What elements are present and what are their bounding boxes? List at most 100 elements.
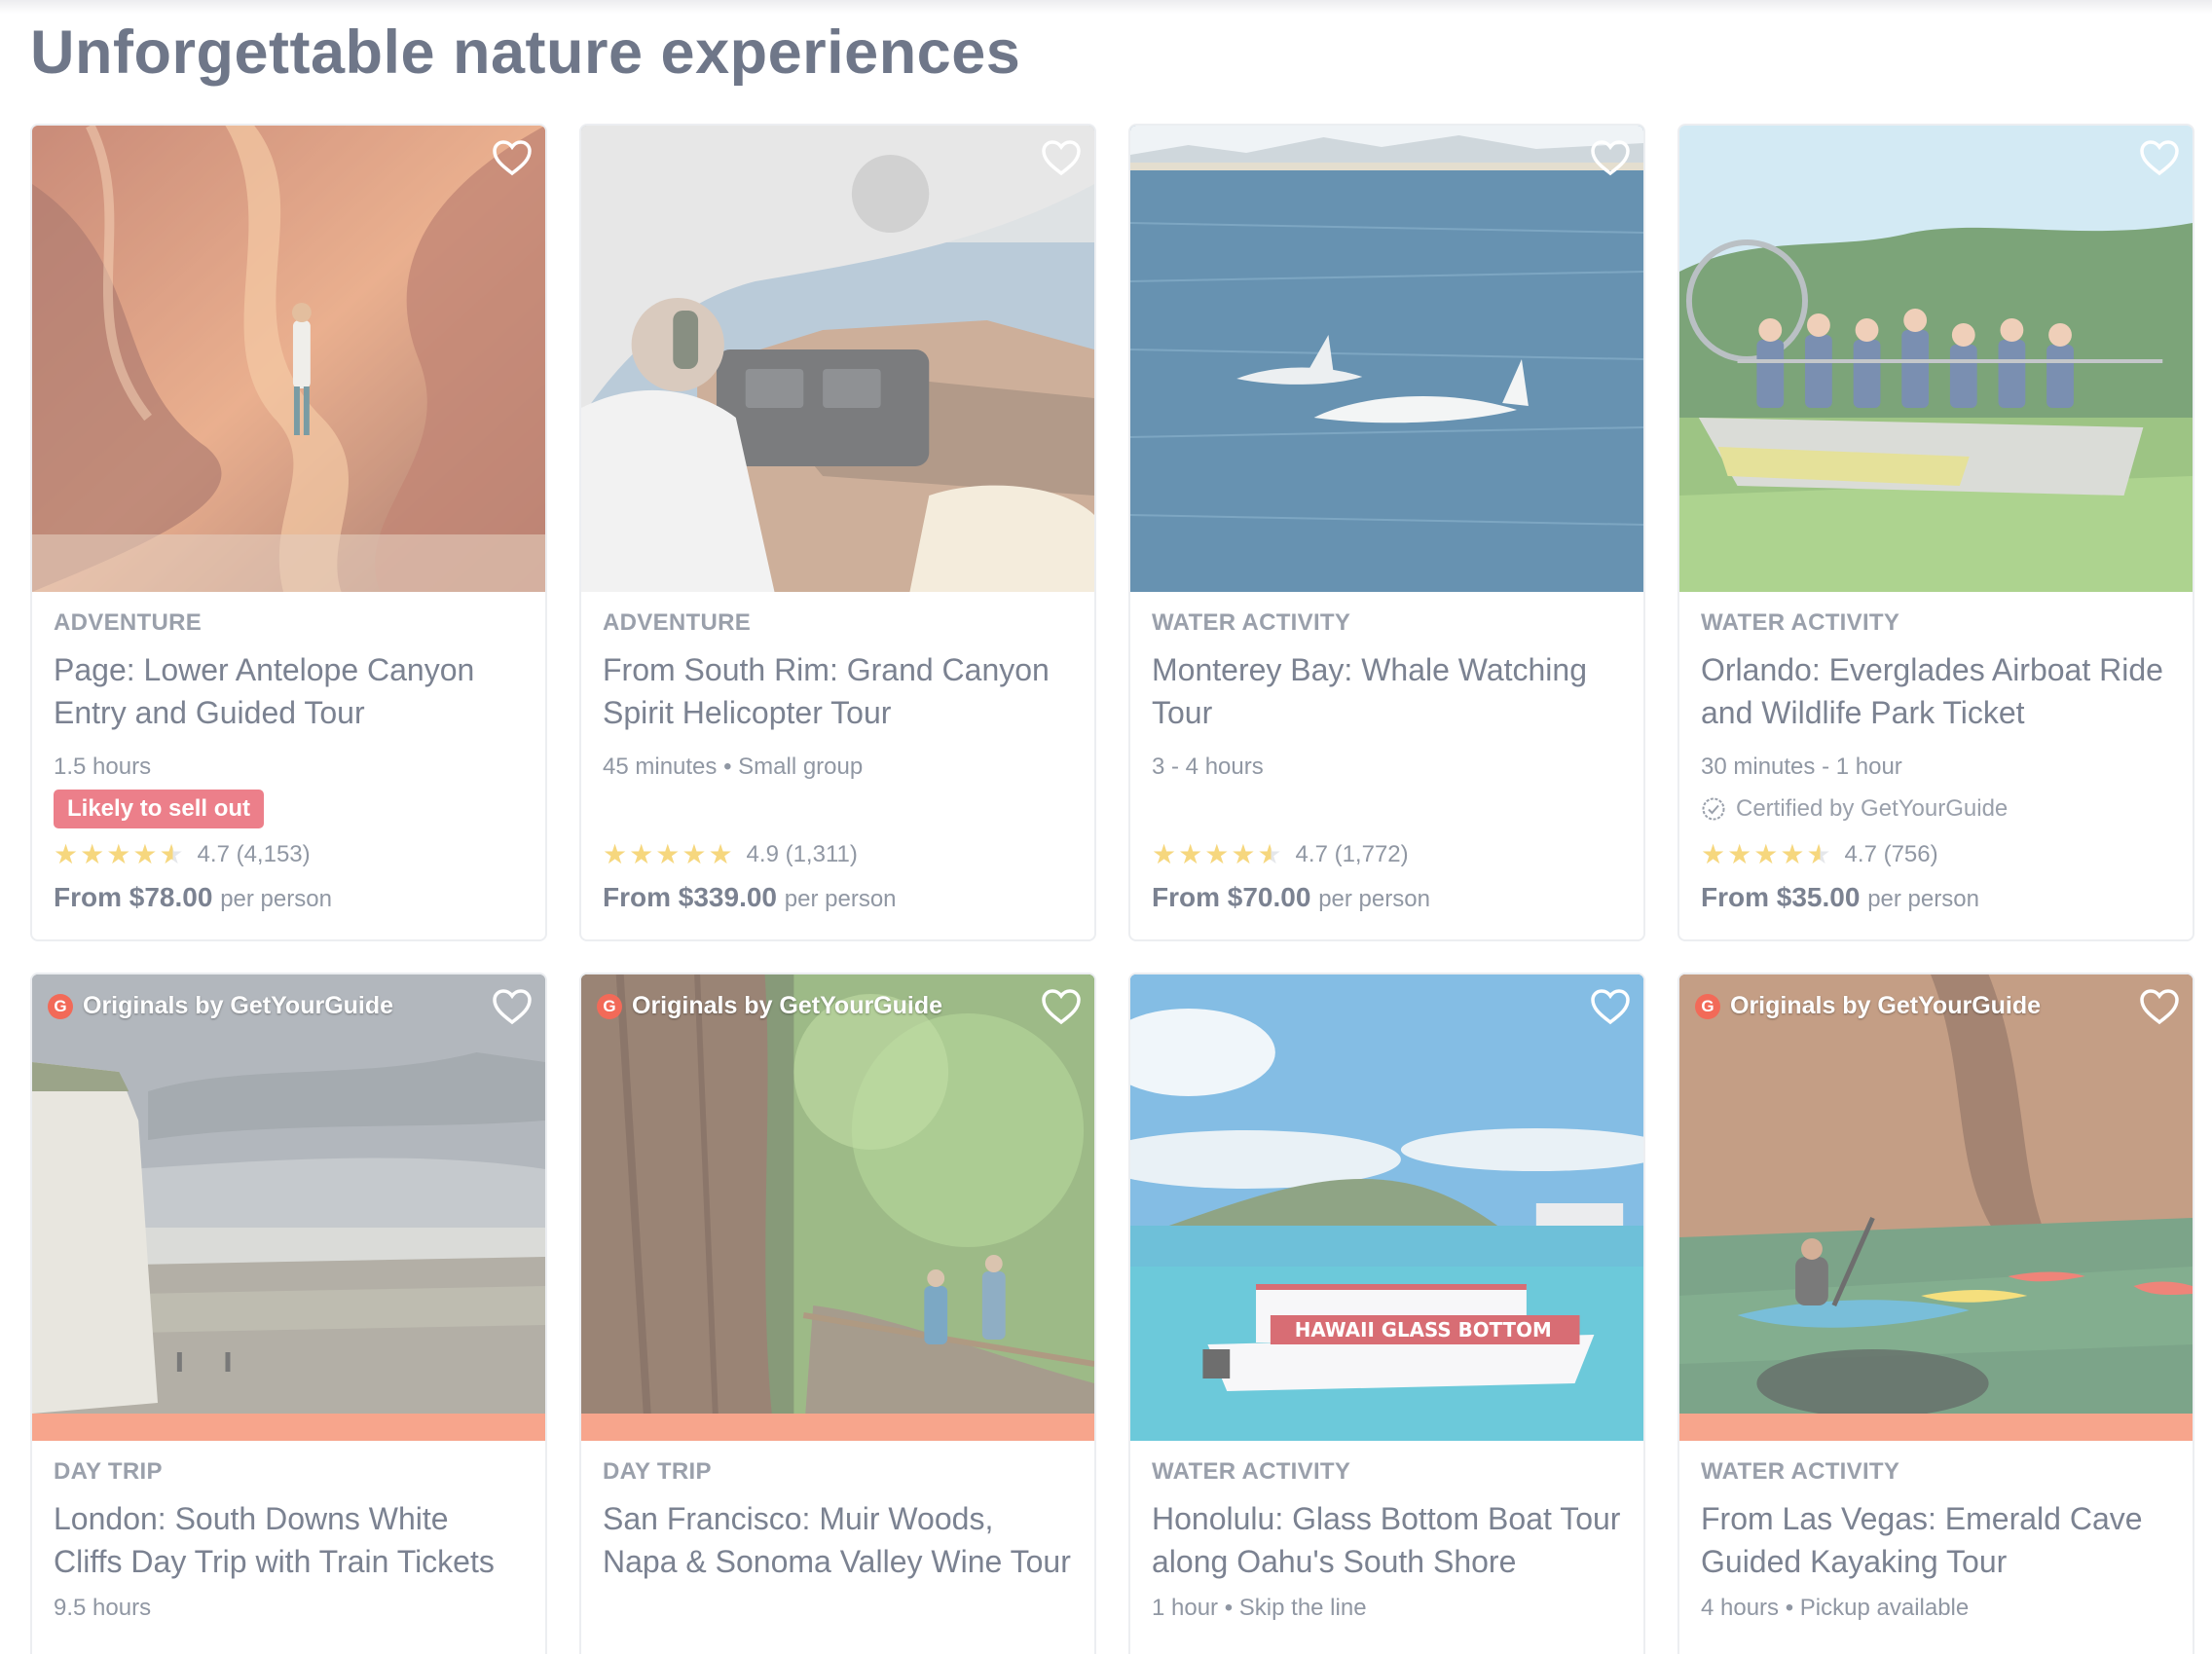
originals-label: G Originals by GetYourGuide [597,992,942,1020]
activity-image: G Originals by GetYourGuide [32,974,545,1441]
star-icon: ★ [54,839,79,869]
heart-outline-icon[interactable] [1589,986,1632,1029]
rating: ★ ★ ★ ★ ★ 4.7 (1,772) [1152,835,1622,874]
getyourguide-g-icon: G [597,993,622,1019]
activity-duration: 30 minutes - 1 hour [1701,753,1902,780]
review-count: (1,772) [1334,841,1409,867]
activity-category: WATER ACTIVITY [1701,1458,1900,1485]
heart-outline-icon[interactable] [2138,137,2181,180]
star-icon: ★ [1753,839,1779,869]
activity-card[interactable]: G Originals by GetYourGuide WATER ACTIVIT… [1677,973,2194,1654]
price: From $35.00 per person [1701,882,2171,913]
originals-accent-bar [1679,1414,2193,1441]
price-value: From $78.00 [54,882,213,912]
card-body: DAY TRIP San Francisco: Muir Woods, Napa… [581,1441,1094,1583]
price-unit: per person [1867,886,1979,912]
activity-title[interactable]: London: South Downs White Cliffs Day Tri… [54,1497,524,1583]
activity-duration: 4 hours • Pickup available [1701,1595,1970,1621]
activity-duration: 3 - 4 hours [1152,753,1264,780]
certified-label: Certified by GetYourGuide [1701,795,2008,823]
activity-card[interactable]: WATER ACTIVITY Orlando: Everglades Airbo… [1677,124,2194,941]
heart-outline-icon[interactable] [2138,986,2181,1029]
originals-accent-bar [32,1414,545,1441]
activity-title[interactable]: San Francisco: Muir Woods, Napa & Sonoma… [603,1497,1073,1583]
heart-outline-icon[interactable] [1040,986,1083,1029]
badge-slot [603,783,1073,835]
price-value: From $35.00 [1701,882,1861,912]
price: From $78.00 per person [54,882,524,913]
star-half-icon: ★ [1257,839,1282,869]
heart-outline-icon[interactable] [1040,137,1083,180]
star-icon: ★ [1780,839,1805,869]
star-icon: ★ [1152,839,1177,869]
review-count: (1,311) [785,841,858,867]
rating-value: 4.9 [746,841,779,867]
star-rating: ★ ★ ★ ★ ★ [1701,841,1833,868]
section-title: Unforgettable nature experiences [30,18,1021,87]
activity-duration: 9.5 hours [54,1595,152,1621]
activity-image [32,126,545,592]
originals-accent-bar [581,1414,1094,1441]
activity-image: HAWAII GLASS BOTTOM [1130,974,1643,1441]
review-count: (4,153) [236,841,311,867]
activity-title[interactable]: Orlando: Everglades Airboat Ride and Wil… [1701,648,2171,734]
star-icon: ★ [80,839,105,869]
activity-title[interactable]: Page: Lower Antelope Canyon Entry and Gu… [54,648,524,734]
star-icon: ★ [1231,839,1256,869]
certified-text: Certified by GetYourGuide [1736,795,2009,822]
price-value: From $339.00 [603,882,777,912]
originals-text: Originals by GetYourGuide [83,992,394,1019]
badge-slot: Certified by GetYourGuide [1701,783,2171,835]
activity-card[interactable]: ADVENTURE Page: Lower Antelope Canyon En… [30,124,547,941]
activity-image: G Originals by GetYourGuide [581,974,1094,1441]
activity-title[interactable]: From Las Vegas: Emerald Cave Guided Kaya… [1701,1497,2171,1583]
rating: ★ ★ ★ ★ ★ 4.9 (1,311) [603,835,1073,874]
card-body: WATER ACTIVITY From Las Vegas: Emerald C… [1679,1441,2193,1624]
activity-category: ADVENTURE [603,609,752,636]
card-body: WATER ACTIVITY Monterey Bay: Whale Watch… [1130,592,1643,913]
rating-value: 4.7 [197,841,230,867]
activity-category: DAY TRIP [603,1458,712,1485]
price-unit: per person [784,886,897,912]
heart-outline-icon[interactable] [491,137,534,180]
originals-label: G Originals by GetYourGuide [1695,992,2041,1020]
card-body: DAY TRIP London: South Downs White Cliff… [32,1441,545,1624]
price-unit: per person [220,886,332,912]
star-icon: ★ [106,839,131,869]
star-half-icon: ★ [1806,839,1831,869]
activity-card[interactable]: HAWAII GLASS BOTTOM WATER ACTIVITY Honol… [1128,973,1645,1654]
activity-card[interactable]: G Originals by GetYourGuide DAY TRIP Lond… [30,973,547,1654]
heart-outline-icon[interactable] [491,986,534,1029]
activity-title[interactable]: From South Rim: Grand Canyon Spirit Heli… [603,648,1073,734]
star-half-icon: ★ [159,839,184,869]
card-body: WATER ACTIVITY Orlando: Everglades Airbo… [1679,592,2193,913]
activity-category: DAY TRIP [54,1458,163,1485]
price-value: From $70.00 [1152,882,1311,912]
star-icon: ★ [655,839,681,869]
card-body: ADVENTURE Page: Lower Antelope Canyon En… [32,592,545,913]
star-icon: ★ [132,839,158,869]
price: From $70.00 per person [1152,882,1622,913]
image-overlay [1130,974,1643,1441]
activity-card[interactable]: ADVENTURE From South Rim: Grand Canyon S… [579,124,1096,941]
activity-card[interactable]: WATER ACTIVITY Monterey Bay: Whale Watch… [1128,124,1645,941]
check-badge-icon [1702,797,1725,821]
rating: ★ ★ ★ ★ ★ 4.7 (4,153) [54,835,524,874]
activity-card[interactable]: G Originals by GetYourGuide DAY TRIP San … [579,973,1096,1654]
activity-category: WATER ACTIVITY [1152,1458,1351,1485]
image-overlay [581,126,1094,592]
activity-category: WATER ACTIVITY [1152,609,1351,636]
activity-title[interactable]: Monterey Bay: Whale Watching Tour [1152,648,1622,734]
originals-text: Originals by GetYourGuide [1730,992,2042,1019]
star-rating: ★ ★ ★ ★ ★ [1152,841,1284,868]
activity-image: G Originals by GetYourGuide [1679,974,2193,1441]
activity-title[interactable]: Honolulu: Glass Bottom Boat Tour along O… [1152,1497,1622,1583]
heart-outline-icon[interactable] [1589,137,1632,180]
star-icon: ★ [1701,839,1726,869]
star-rating: ★ ★ ★ ★ ★ [54,841,186,868]
getyourguide-g-icon: G [1695,993,1720,1019]
star-icon: ★ [629,839,654,869]
activity-duration: 1.5 hours [54,753,152,780]
rating-value: 4.7 [1844,841,1877,867]
star-rating: ★ ★ ★ ★ ★ [603,841,735,868]
